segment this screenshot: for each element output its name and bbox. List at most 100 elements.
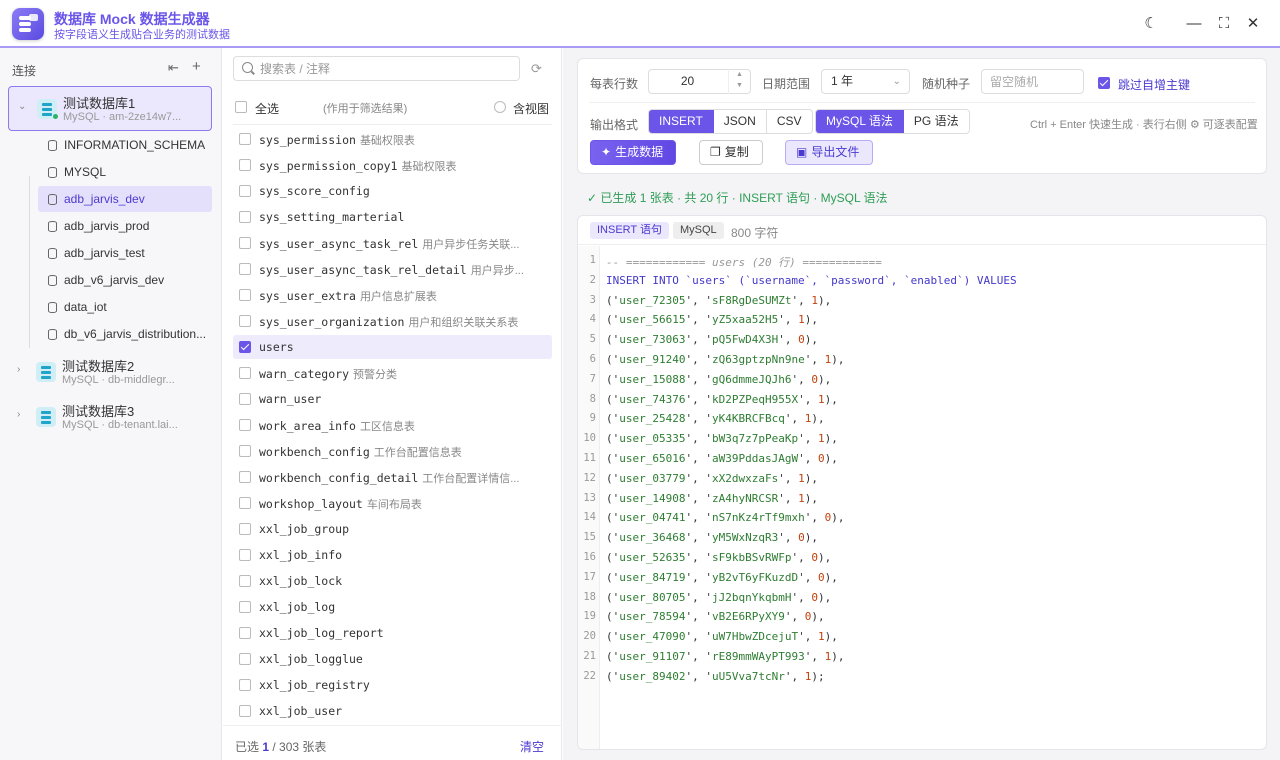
table-row[interactable]: warn_user bbox=[233, 387, 552, 411]
table-label: sys_user_extra 用户信息扩展表 bbox=[259, 288, 437, 304]
table-checkbox[interactable] bbox=[239, 575, 251, 587]
select-all-checkbox[interactable] bbox=[235, 101, 247, 113]
table-comment: 工作台配置信息表 bbox=[373, 447, 462, 459]
connection-item[interactable]: › 测试数据库3 MySQL · db-tenant.lai... bbox=[8, 395, 212, 440]
table-row[interactable]: xxl_job_user bbox=[233, 699, 552, 723]
table-row[interactable]: sys_user_async_task_rel_detail 用户异步... bbox=[233, 257, 552, 281]
table-checkbox[interactable] bbox=[239, 185, 251, 197]
table-checkbox[interactable] bbox=[239, 367, 251, 379]
database-item[interactable]: data_iot bbox=[38, 294, 212, 320]
format-insert-tab[interactable]: INSERT bbox=[649, 110, 714, 133]
table-row[interactable]: xxl_job_log bbox=[233, 595, 552, 619]
database-item[interactable]: adb_jarvis_prod bbox=[38, 213, 212, 239]
database-item[interactable]: db_v6_jarvis_distribution... bbox=[38, 321, 212, 347]
export-button[interactable]: ▣ 导出文件 bbox=[785, 140, 873, 165]
format-csv-tab[interactable]: CSV bbox=[767, 110, 812, 133]
table-checkbox[interactable] bbox=[239, 211, 251, 223]
table-checkbox[interactable] bbox=[239, 653, 251, 665]
add-connection-icon[interactable]: + bbox=[192, 58, 201, 75]
table-label: xxl_job_lock bbox=[259, 574, 342, 588]
table-row[interactable]: workshop_layout 车间布局表 bbox=[233, 491, 552, 515]
database-name: adb_jarvis_dev bbox=[64, 192, 145, 206]
app-subtitle: 按字段语义生成贴合业务的测试数据 bbox=[54, 29, 230, 41]
table-row[interactable]: workbench_config_detail 工作台配置详情信... bbox=[233, 465, 552, 489]
database-item[interactable]: adb_v6_jarvis_dev bbox=[38, 267, 212, 293]
database-item[interactable]: INFORMATION_SCHEMA bbox=[38, 132, 212, 158]
table-row[interactable]: xxl_job_info bbox=[233, 543, 552, 567]
table-name: xxl_job_lock bbox=[259, 574, 343, 588]
connection-item[interactable]: ⌄ 测试数据库1 MySQL · am-2ze14w7... bbox=[8, 86, 212, 131]
connection-item[interactable]: › 测试数据库2 MySQL · db-middlegr... bbox=[8, 350, 212, 395]
code-line: ('user_14908', 'zA4hyNRCSR', 1), bbox=[606, 491, 818, 505]
clear-selection-link[interactable]: 清空 bbox=[520, 738, 544, 755]
table-checkbox[interactable] bbox=[239, 133, 251, 145]
table-search-input[interactable] bbox=[260, 60, 510, 78]
rows-stepper[interactable]: ▲ ▼ bbox=[728, 69, 750, 94]
table-checkbox[interactable] bbox=[239, 679, 251, 691]
table-row[interactable]: xxl_job_log_report bbox=[233, 621, 552, 645]
table-label: xxl_job_registry bbox=[259, 678, 370, 692]
table-checkbox[interactable] bbox=[239, 471, 251, 483]
table-checkbox[interactable] bbox=[239, 601, 251, 613]
code-line: ('user_65016', 'aW39PddasJAgW', 0), bbox=[606, 452, 838, 465]
database-name: db_v6_jarvis_distribution... bbox=[64, 327, 207, 341]
date-range-select[interactable]: 1 年 ⌄ bbox=[821, 69, 910, 94]
table-row[interactable]: work_area_info 工区信息表 bbox=[233, 413, 552, 437]
chevron-right-icon[interactable]: › bbox=[17, 409, 20, 420]
table-comment: 车间布局表 bbox=[366, 499, 422, 511]
table-row[interactable]: xxl_job_registry bbox=[233, 673, 552, 697]
chevron-down-icon[interactable]: ⌄ bbox=[18, 101, 26, 112]
table-checkbox[interactable] bbox=[239, 341, 251, 353]
format-json-tab[interactable]: JSON bbox=[714, 110, 767, 133]
table-checkbox[interactable] bbox=[239, 393, 251, 405]
minimize-icon[interactable]: — bbox=[1184, 14, 1204, 34]
generate-button[interactable]: ✦ 生成数据 bbox=[590, 140, 676, 165]
table-checkbox[interactable] bbox=[239, 445, 251, 457]
table-search[interactable] bbox=[233, 56, 520, 81]
table-checkbox[interactable] bbox=[239, 159, 251, 171]
collapse-icon[interactable]: ⇤ bbox=[168, 60, 179, 76]
table-row[interactable]: xxl_job_logglue bbox=[233, 647, 552, 671]
table-row[interactable]: sys_user_organization 用户和组织关联关系表 bbox=[233, 309, 552, 333]
table-checkbox[interactable] bbox=[239, 237, 251, 249]
code-line: ('user_91107', 'rE89mmWAyPT993', 1), bbox=[606, 650, 845, 663]
dialect-mysql-tab[interactable]: MySQL 语法 bbox=[816, 110, 904, 133]
dialect-pg-tab[interactable]: PG 语法 bbox=[904, 110, 969, 133]
table-checkbox[interactable] bbox=[239, 705, 251, 717]
include-views-checkbox[interactable] bbox=[494, 101, 506, 113]
table-checkbox[interactable] bbox=[239, 419, 251, 431]
close-icon[interactable]: ✕ bbox=[1243, 14, 1263, 34]
refresh-icon[interactable]: ⟳ bbox=[531, 61, 542, 77]
table-row[interactable]: users bbox=[233, 335, 552, 359]
copy-button[interactable]: ❐ 复制 bbox=[699, 140, 763, 165]
config-panel: 每表行数 20 ▲▼ 日期范围 1 年 ⌄ 随机种子 跳过自增主键 输出格式 IN… bbox=[577, 58, 1267, 174]
table-row[interactable]: warn_category 预警分类 bbox=[233, 361, 552, 385]
table-checkbox[interactable] bbox=[239, 315, 251, 327]
table-checkbox[interactable] bbox=[239, 627, 251, 639]
line-number: 9 bbox=[589, 412, 596, 425]
seed-field[interactable] bbox=[981, 69, 1084, 94]
table-checkbox[interactable] bbox=[239, 549, 251, 561]
table-checkbox[interactable] bbox=[239, 263, 251, 275]
maximize-icon[interactable]: ⛶ bbox=[1214, 14, 1234, 34]
database-item[interactable]: adb_jarvis_test bbox=[38, 240, 212, 266]
skip-auto-increment-checkbox[interactable] bbox=[1098, 77, 1110, 89]
table-row[interactable]: sys_user_async_task_rel 用户异步任务关联... bbox=[233, 231, 552, 255]
table-row[interactable]: sys_setting_marterial bbox=[233, 205, 552, 229]
chevron-right-icon[interactable]: › bbox=[17, 364, 20, 375]
table-row[interactable]: xxl_job_lock bbox=[233, 569, 552, 593]
database-item-active[interactable]: adb_jarvis_dev bbox=[38, 186, 212, 212]
table-row[interactable]: sys_permission_copy1 基础权限表 bbox=[233, 153, 552, 177]
theme-toggle-moon-icon[interactable]: ☾ bbox=[1141, 14, 1161, 34]
database-item[interactable]: MYSQL bbox=[38, 159, 212, 185]
table-row[interactable]: workbench_config 工作台配置信息表 bbox=[233, 439, 552, 463]
table-checkbox[interactable] bbox=[239, 523, 251, 535]
seed-input[interactable] bbox=[990, 72, 1080, 92]
table-row[interactable]: sys_user_extra 用户信息扩展表 bbox=[233, 283, 552, 307]
table-row[interactable]: xxl_job_group bbox=[233, 517, 552, 541]
table-row[interactable]: sys_permission 基础权限表 bbox=[233, 127, 552, 151]
table-checkbox[interactable] bbox=[239, 289, 251, 301]
table-label: sys_user_async_task_rel_detail 用户异步... bbox=[259, 262, 524, 278]
table-row[interactable]: sys_score_config bbox=[233, 179, 552, 203]
table-checkbox[interactable] bbox=[239, 497, 251, 509]
